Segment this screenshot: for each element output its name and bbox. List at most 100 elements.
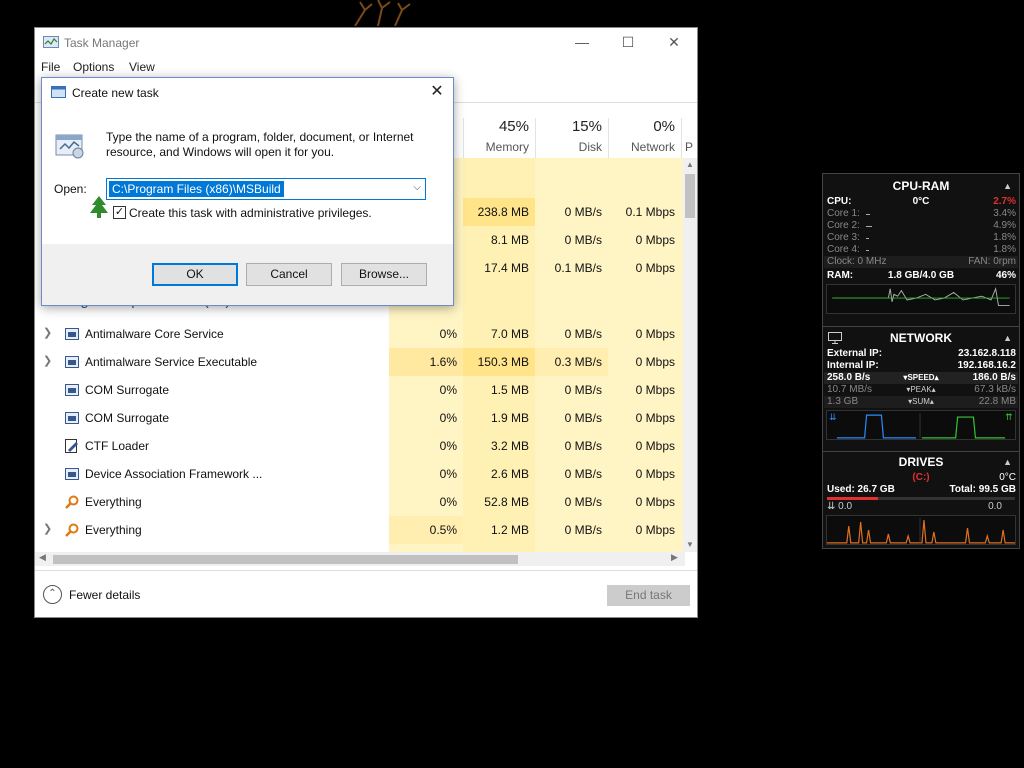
cpu-cell: 0% [439,383,457,397]
scroll-left-icon[interactable]: ◀ [39,552,46,563]
cpu-cell: 0.5% [389,516,463,544]
network-title: NETWORK [890,331,952,345]
chevron-down-icon[interactable]: ⌵ [413,182,421,193]
run-icon [51,86,66,98]
core-value: 1.8% [993,244,1016,255]
service-icon [65,467,79,481]
collapse-caret-icon[interactable]: ▲ [1003,176,1012,196]
table-row[interactable]: COM Surrogate 0% 1.9 MB 0 MB/s 0 Mbps [35,404,685,432]
process-name: COM Surrogate [85,383,170,397]
download-arrow-icon: ⇊ [829,412,837,422]
expand-chevron-icon[interactable]: ❯ [43,354,52,367]
service-icon [65,355,79,369]
core-label: Core 1: [827,208,860,219]
internal-ip-value: 192.168.16.2 [957,360,1016,371]
dialog-button-area: OK Cancel Browse... [42,244,453,305]
table-row[interactable]: ❯ Antimalware Service Executable 1.6% 15… [35,348,685,376]
end-task-button[interactable]: End task [607,585,690,606]
service-icon [65,327,79,341]
table-row[interactable]: COM Surrogate 0% 1.5 MB 0 MB/s 0 Mbps [35,376,685,404]
open-input-value[interactable]: C:\Program Files (x86)\MSBuild [109,181,284,197]
scroll-down-icon[interactable]: ▼ [686,540,694,549]
maximize-button[interactable]: ☐ [605,28,651,58]
minimize-button[interactable]: — [559,28,605,58]
network-cell: 0 Mbps [635,495,675,509]
vertical-scroll-thumb[interactable] [685,174,695,218]
scroll-right-icon[interactable]: ▶ [671,552,678,563]
disk-cell: 0 MB/s [564,233,602,247]
disk-cell: 0 MB/s [564,495,602,509]
internal-ip-line: Internal IP: 192.168.16.2 [824,360,1018,372]
browse-button[interactable]: Browse... [341,263,427,286]
admin-privileges-checkbox[interactable]: ✓ [113,206,126,219]
column-disk[interactable]: 15% Disk [535,118,608,158]
drive-total: Total: 99.5 GB [949,484,1017,495]
memory-usage-total: 45% [498,118,529,135]
cancel-button[interactable]: Cancel [246,263,332,286]
cpu-ram-section: CPU-RAM ▲ CPU: 0°C 2.7% Core 1: 3.4% Cor… [824,176,1018,319]
drive-io-line: ⇊ 0.0 0.0 [824,501,1018,513]
drive-temp: 0°C [999,472,1016,483]
cpu-ram-header[interactable]: CPU-RAM ▲ [824,176,1018,196]
scroll-up-icon[interactable]: ▲ [686,160,694,169]
disk-cell: 0 MB/s [564,411,602,425]
drives-header[interactable]: DRIVES ▲ [824,452,1018,472]
process-name: Everything [85,523,142,537]
expand-chevron-icon[interactable]: ❯ [43,522,52,535]
table-row[interactable]: ❯ Antimalware Core Service 0% 7.0 MB 0 M… [35,320,685,348]
process-name: CTF Loader [85,439,150,453]
core-label: Core 2: [827,220,860,231]
table-row[interactable]: Device Association Framework ... 0% 2.6 … [35,460,685,488]
menu-file[interactable]: File [41,60,60,74]
core-value: 4.9% [993,220,1016,231]
desktop-wallpaper-antlers [354,0,411,26]
disk-column-label: Disk [578,140,602,154]
memory-cell: 3.2 MB [490,439,529,453]
disk-cell: 0 MB/s [564,383,602,397]
collapse-caret-icon[interactable]: ▲ [1003,452,1012,472]
drives-title: DRIVES [898,455,944,469]
fan-speed: FAN: 0rpm [968,256,1016,267]
dialog-description: Type the name of a program, folder, docu… [106,130,414,159]
close-button[interactable]: ✕ [651,28,697,58]
magnifier-icon [65,495,79,509]
external-ip-line: External IP: 23.162.8.118 [824,348,1018,360]
open-combobox[interactable]: C:\Program Files (x86)\MSBuild ⌵ [106,178,426,200]
memory-cell: 1.5 MB [490,383,529,397]
memory-cell: 8.1 MB [490,233,529,247]
table-row[interactable]: Everything 0% 52.8 MB 0 MB/s 0 Mbps [35,488,685,516]
column-memory[interactable]: 45% Memory [463,118,535,158]
vertical-scrollbar[interactable]: ▲ ▼ [683,158,697,552]
upload-arrow-icon: ⇈ [1005,412,1013,422]
core-line: Core 1: 3.4% [824,208,1018,220]
network-cell: 0 Mbps [635,327,675,341]
process-name: Everything [85,495,142,509]
table-row[interactable]: CTF Loader 0% 3.2 MB 0 MB/s 0 Mbps [35,432,685,460]
network-header[interactable]: NETWORK ▲ [824,328,1018,348]
column-network[interactable]: 0% Network [608,118,681,158]
cpu-cell: 0% [439,467,457,481]
column-power[interactable]: P [681,118,697,158]
menu-view[interactable]: View [129,60,155,74]
menu-options[interactable]: Options [73,60,114,74]
task-manager-titlebar[interactable]: Task Manager — ☐ ✕ [35,28,697,58]
core-value: 3.4% [993,208,1016,219]
drive-letter: (C:) [912,472,930,483]
speed-line: 258.0 B/s ▾SPEED▴ 186.0 B/s [824,372,1018,384]
horizontal-scrollbar[interactable]: ◀ ▶ [35,552,685,566]
collapse-caret-icon[interactable]: ▲ [1003,328,1012,348]
network-section: NETWORK ▲ External IP: 23.162.8.118 Inte… [824,328,1018,445]
drive-line: (C:) 0°C [824,472,1018,484]
network-cell: 0.1 Mbps [625,205,675,219]
core-label: Core 3: [827,232,860,243]
horizontal-scroll-thumb[interactable] [53,555,518,564]
ok-button[interactable]: OK [152,263,238,286]
dialog-close-button[interactable]: ✕ [422,81,452,105]
table-row[interactable]: ❯ Everything 0.5% 1.2 MB 0 MB/s 0 Mbps [35,516,685,544]
task-manager-icon [43,36,59,48]
expand-chevron-icon[interactable]: ❯ [43,326,52,339]
chevron-up-icon: ⌃ [43,585,62,604]
cpu-ram-graph [826,284,1016,314]
memory-cell: 7.0 MB [490,327,529,341]
memory-cell: 2.6 MB [490,467,529,481]
